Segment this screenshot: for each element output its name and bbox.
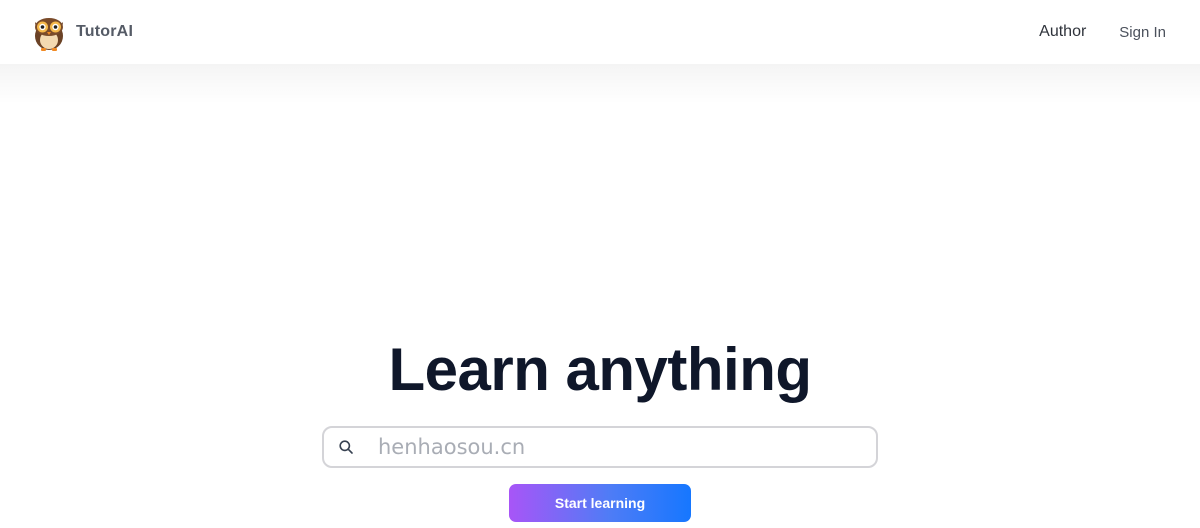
search-box[interactable] xyxy=(322,426,878,468)
search-input[interactable] xyxy=(378,429,858,465)
start-learning-button[interactable]: Start learning xyxy=(509,484,691,522)
search-icon xyxy=(339,440,353,454)
hero-title: Learn anything xyxy=(388,336,812,403)
hero-section: Learn anything Start learning xyxy=(0,330,1200,522)
author-link[interactable]: Author xyxy=(1039,23,1086,41)
top-navbar: TutorAI Author Sign In xyxy=(0,0,1200,64)
header-shadow xyxy=(0,64,1200,104)
sign-in-link[interactable]: Sign In xyxy=(1119,24,1166,41)
header-nav: Author Sign In xyxy=(1039,23,1166,41)
brand-name: TutorAI xyxy=(76,23,134,40)
owl-icon xyxy=(35,18,63,51)
brand-link[interactable]: TutorAI xyxy=(32,12,133,52)
